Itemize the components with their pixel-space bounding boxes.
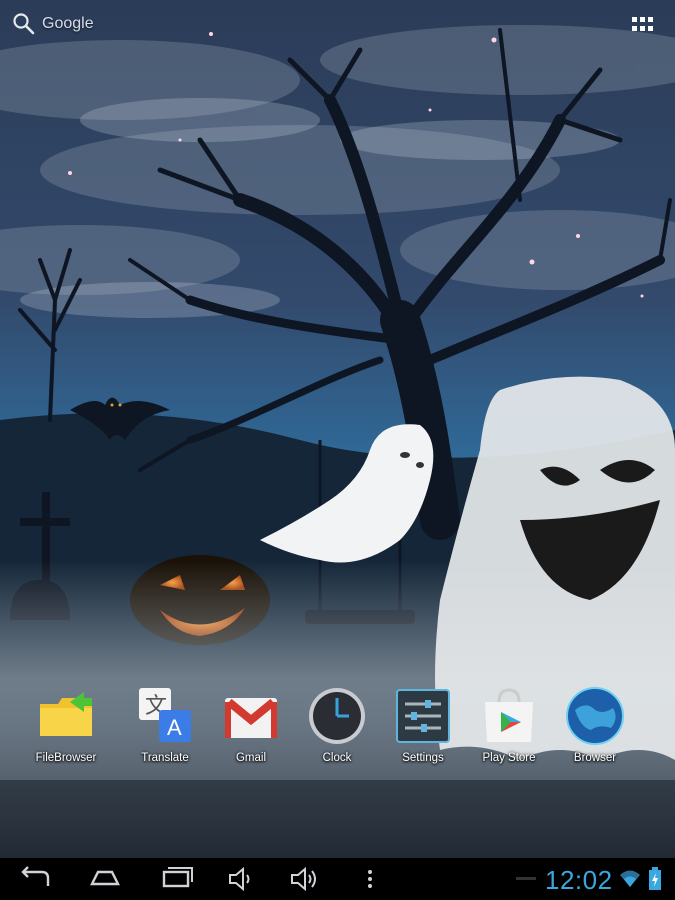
volume-up-button[interactable] <box>288 864 320 894</box>
settings-icon <box>396 689 450 743</box>
app-label: Clock <box>322 752 352 764</box>
clock-icon <box>309 688 365 744</box>
search-icon <box>13 13 35 35</box>
home-button[interactable] <box>88 864 122 894</box>
app-browser[interactable]: Browser <box>553 684 637 764</box>
volume-down-button[interactable] <box>226 864 256 894</box>
all-apps-button[interactable] <box>628 14 658 38</box>
volume-up-icon <box>291 866 316 892</box>
app-label: Browser <box>573 752 617 764</box>
app-settings[interactable]: Settings <box>381 684 465 764</box>
google-search-bar[interactable]: Google <box>12 10 94 38</box>
back-icon <box>21 866 50 886</box>
app-dock: FileBrowser 文 A Translate Gmail Clock Se… <box>0 684 675 774</box>
app-translate[interactable]: 文 A Translate <box>123 684 207 764</box>
app-label: FileBrowser <box>35 752 97 764</box>
svg-text:A: A <box>167 715 182 740</box>
recents-button[interactable] <box>160 864 194 894</box>
back-button[interactable] <box>18 864 52 894</box>
app-clock[interactable]: Clock <box>295 684 379 764</box>
menu-button[interactable] <box>362 864 378 894</box>
all-apps-grid-icon <box>632 17 653 31</box>
play-store-icon <box>485 688 533 742</box>
gmail-icon <box>225 698 277 738</box>
volume-down-icon <box>229 866 250 892</box>
browser-globe-icon <box>566 687 624 745</box>
search-label: Google <box>42 15 94 32</box>
app-label: Translate <box>141 752 189 764</box>
app-filebrowser[interactable]: FileBrowser <box>24 684 108 764</box>
status-time[interactable]: 12:02 <box>545 865 613 896</box>
battery-icon <box>649 867 661 890</box>
app-gmail[interactable]: Gmail <box>209 684 293 764</box>
app-label: Gmail <box>235 752 267 764</box>
navigation-bar: 12:02 <box>0 858 675 900</box>
app-label: Settings <box>402 752 444 764</box>
top-bar: Google <box>0 0 675 48</box>
folder-icon <box>40 692 92 736</box>
notification-area[interactable] <box>516 877 536 880</box>
wifi-icon <box>620 870 640 887</box>
recents-icon <box>162 867 193 888</box>
app-label: Play Store <box>482 752 536 764</box>
translate-icon: 文 A <box>139 688 191 742</box>
home-icon <box>90 870 120 886</box>
app-play-store[interactable]: Play Store <box>467 684 551 764</box>
menu-icon <box>368 870 372 888</box>
